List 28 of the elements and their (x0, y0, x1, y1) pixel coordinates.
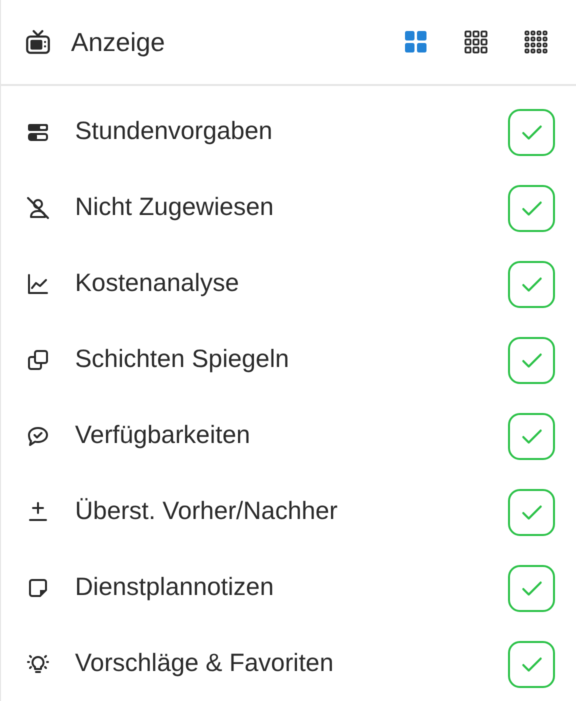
option-label: Stundenvorgaben (75, 116, 274, 148)
checkbox[interactable] (508, 488, 555, 536)
plus-minus-icon (26, 500, 50, 524)
checkbox[interactable] (508, 640, 555, 688)
checkbox[interactable] (508, 412, 555, 460)
checkbox[interactable] (508, 564, 555, 612)
checkbox[interactable] (508, 260, 555, 308)
option-label: Verfügbarkeiten (75, 420, 252, 452)
line-chart-icon (26, 272, 50, 296)
option-label: Vorschläge & Favoriten (75, 648, 334, 680)
tv-icon (25, 29, 51, 55)
option-label: Schichten Spiegeln (75, 344, 290, 376)
grid-icon (404, 30, 428, 54)
option-label: Kostenanalyse (75, 268, 240, 300)
panel-title: Anzeige (71, 26, 166, 58)
checkbox[interactable] (508, 108, 555, 156)
user-off-icon (26, 196, 50, 220)
option-label: Überst. Vorher/Nachher (75, 496, 339, 528)
checkbox[interactable] (508, 336, 555, 384)
grid-icon (464, 30, 488, 54)
note-icon (26, 576, 50, 600)
option-label: Nicht Zugewiesen (75, 192, 275, 224)
option-label: Dienstplannotizen (75, 572, 275, 604)
grid-icon (524, 30, 548, 54)
checkbox[interactable] (508, 184, 555, 232)
chat-check-icon (26, 424, 50, 448)
copy-icon (26, 348, 50, 372)
lightbulb-icon (26, 652, 50, 676)
